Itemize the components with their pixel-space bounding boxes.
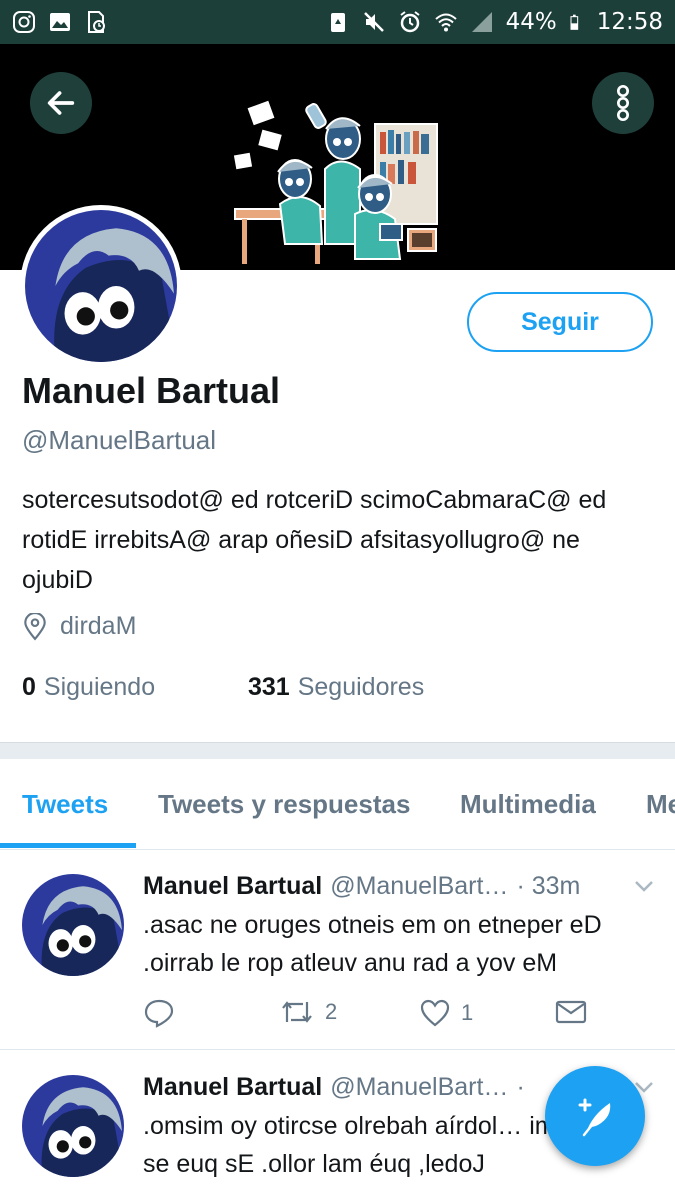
active-tab-indicator [0,843,136,848]
alarm-icon [399,11,420,33]
reply-icon [144,999,174,1028]
location-text: dirdaM [60,612,137,640]
status-right-icons: 44% 12:58 [326,9,663,35]
followers-label: Seguidores [297,673,425,701]
profile-tabs: Tweets Tweets y respuestas Multimedia Me [0,759,675,850]
follow-button[interactable]: Seguir [467,292,653,352]
signal-icon [471,12,492,32]
avatar-illustration [25,210,177,362]
wifi-icon [434,13,457,32]
like-count: 1 [461,1000,474,1025]
gallery-icon [50,13,70,31]
retweet-count: 2 [325,999,338,1024]
feather-plus-icon [578,1098,611,1137]
tab-tweets-replies[interactable]: Tweets y respuestas [158,789,410,820]
clock: 12:58 [596,9,663,35]
tweet-header: Manuel Bartual @ManuelBart… · [143,1073,525,1102]
location-pin-icon [24,612,46,640]
mute-icon [363,12,384,32]
followers-stat[interactable]: 331 Seguidores [248,673,424,702]
more-vertical-icon [617,85,629,121]
compose-tweet-button[interactable] [545,1066,645,1166]
chevron-down-icon[interactable] [632,878,656,894]
tweet-author-name: Manuel Bartual [143,1073,323,1101]
section-divider [0,742,675,759]
recycle-icon [330,13,345,32]
tweet-actions: 2 1 [143,998,643,1034]
following-label: Siguiendo [43,673,156,701]
profile-bio: sotercesutsodot@ ed rotceriD scimoCabmar… [22,486,607,594]
more-options-button[interactable] [592,72,654,134]
tweet-time: · 33m [516,872,581,900]
tab-media[interactable]: Multimedia [460,789,596,820]
avatar-illustration [22,874,124,976]
tweet-header: Manuel Bartual @ManuelBart… · 33m [143,872,580,901]
tweet-avatar[interactable] [22,874,124,976]
profile-avatar[interactable] [20,205,182,367]
battery-percent: 44% [505,9,557,35]
tab-tweets[interactable]: Tweets [22,789,108,820]
tweet-item[interactable]: Manuel Bartual @ManuelBart… · 33m .asac … [0,850,675,1050]
reply-button[interactable] [143,998,175,1028]
profile-name: Manuel Bartual [22,370,281,411]
heart-icon [420,999,450,1027]
tweet-author-handle: @ManuelBart… [330,872,509,900]
profile-stats: 0 Siguiendo 331 Seguidores [22,673,424,702]
back-button[interactable] [30,72,92,134]
envelope-icon [555,1000,587,1024]
following-stat[interactable]: 0 Siguiendo [22,673,155,702]
tweet-author-handle: @ManuelBart… [330,1073,509,1101]
retweet-button[interactable]: 2 [279,998,337,1026]
avatar-illustration [22,1075,124,1177]
tweet-author-name: Manuel Bartual [143,872,323,900]
tweet-avatar[interactable] [22,1075,124,1177]
banner-illustration [233,100,438,264]
file-clock-icon [88,11,105,33]
profile-location: dirdaM [22,612,136,641]
following-count: 0 [22,673,36,701]
retweet-icon [282,1001,312,1023]
profile-handle: @ManuelBartual [22,425,217,455]
arrow-left-icon [47,91,75,115]
tab-likes[interactable]: Me [646,789,675,820]
tweet-time: · [516,1073,525,1101]
followers-count: 331 [248,673,290,701]
direct-message-button[interactable] [555,998,587,1026]
status-left-icons [12,10,108,34]
tweet-text: .asac ne oruges otneis em on etneper eD … [143,911,602,977]
instagram-icon [13,11,35,33]
status-bar: 44% 12:58 [0,0,675,44]
battery-icon [570,14,578,30]
like-button[interactable]: 1 [419,998,473,1028]
